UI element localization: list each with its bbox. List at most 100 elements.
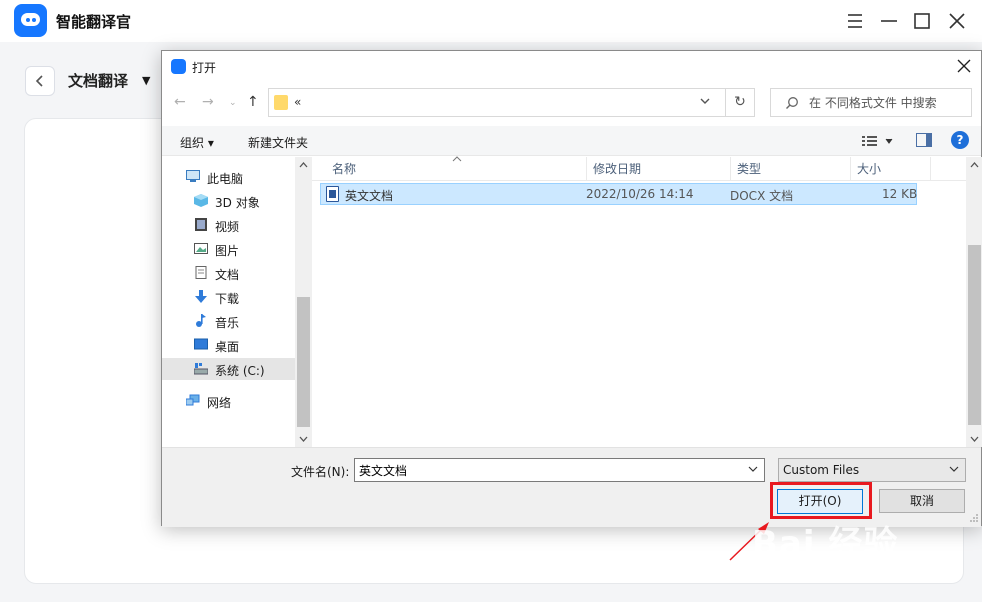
column-type[interactable]: 类型 xyxy=(731,157,851,181)
nav-item-desktop[interactable]: 桌面 xyxy=(162,334,295,356)
close-app-icon[interactable] xyxy=(944,8,970,34)
highlight-annotation xyxy=(770,482,872,519)
refresh-button[interactable]: ↻ xyxy=(725,88,755,117)
help-icon[interactable]: ? xyxy=(951,131,969,149)
scroll-down-icon[interactable] xyxy=(970,435,979,443)
dialog-toolbar: 组织 ▾ 新建文件夹 ? xyxy=(162,126,981,156)
file-type: DOCX 文档 xyxy=(730,189,794,203)
nav-item-3d-objects[interactable]: 3D 对象 xyxy=(162,190,295,212)
file-modified: 2022/10/26 14:14 xyxy=(586,187,694,201)
navigation-pane: 此电脑 3D 对象 视频 图片 文档 下载 音乐 桌面 系统 (C:) 网络 xyxy=(162,157,312,447)
chevron-left-icon xyxy=(35,75,43,87)
nav-item-videos[interactable]: 视频 xyxy=(162,214,295,236)
filename-combobox[interactable] xyxy=(354,458,765,482)
sort-ascending-icon xyxy=(452,156,462,162)
nav-item-this-pc[interactable]: 此电脑 xyxy=(162,166,295,188)
nav-item-music[interactable]: 音乐 xyxy=(162,310,295,332)
maximize-icon[interactable] xyxy=(909,8,935,34)
filetype-select[interactable]: Custom Files xyxy=(778,458,966,482)
nav-scroll-thumb[interactable] xyxy=(297,297,310,427)
nav-item-label: 系统 (C:) xyxy=(215,364,265,378)
dialog-title: 打开 xyxy=(192,61,217,75)
scroll-up-icon[interactable] xyxy=(970,161,979,169)
video-icon xyxy=(195,218,207,231)
column-header: 名称 修改日期 类型 大小 xyxy=(312,156,966,181)
address-bar[interactable]: « xyxy=(268,88,751,117)
file-size: 12 KB xyxy=(882,187,918,201)
search-box[interactable] xyxy=(770,88,972,117)
nav-item-label: 图片 xyxy=(215,244,240,258)
nav-item-label: 3D 对象 xyxy=(215,196,260,210)
new-folder-button[interactable]: 新建文件夹 xyxy=(248,134,308,151)
nav-item-downloads[interactable]: 下载 xyxy=(162,286,295,308)
file-list: 名称 修改日期 类型 大小 英文文档 2022/10/26 14:14 DOCX… xyxy=(312,156,966,447)
docx-file-icon xyxy=(326,186,339,202)
cube-icon xyxy=(194,194,208,207)
open-file-dialog: 打开 ← → ⌄ ↑ « ↻ 组织 ▾ 新建文件夹 xyxy=(161,50,982,527)
column-size[interactable]: 大小 xyxy=(851,157,931,181)
nav-scrollbar[interactable] xyxy=(295,157,312,447)
watermark-url: jingyan.baidu.com xyxy=(752,560,900,579)
column-name[interactable]: 名称 xyxy=(312,157,587,181)
filename-input[interactable] xyxy=(359,462,729,479)
preview-pane-icon[interactable] xyxy=(916,133,932,147)
app-title: 智能翻译官 xyxy=(56,13,132,31)
scroll-up-icon[interactable] xyxy=(299,161,308,169)
desktop-icon xyxy=(194,338,208,350)
computer-icon xyxy=(186,170,200,182)
back-arrow-icon[interactable]: ← xyxy=(174,94,186,110)
nav-item-network[interactable]: 网络 xyxy=(162,390,295,412)
column-modified[interactable]: 修改日期 xyxy=(587,157,731,181)
scroll-down-icon[interactable] xyxy=(299,435,308,443)
close-icon[interactable] xyxy=(955,57,973,75)
app-small-icon xyxy=(171,59,186,74)
nav-item-label: 音乐 xyxy=(215,316,240,330)
nav-item-pictures[interactable]: 图片 xyxy=(162,238,295,260)
download-icon xyxy=(195,290,207,303)
back-button[interactable] xyxy=(25,66,55,96)
search-input[interactable] xyxy=(809,94,969,112)
folder-icon xyxy=(274,95,288,110)
chevron-down-icon[interactable] xyxy=(949,463,959,475)
search-icon xyxy=(786,97,798,109)
nav-item-documents[interactable]: 文档 xyxy=(162,262,295,284)
picture-icon xyxy=(194,243,208,254)
chevron-down-icon[interactable] xyxy=(699,94,711,108)
nav-item-label: 桌面 xyxy=(215,340,240,354)
nav-item-label: 视频 xyxy=(215,220,240,234)
dialog-titlebar: 打开 xyxy=(162,51,981,82)
address-text: « xyxy=(294,95,302,109)
forward-arrow-icon[interactable]: → xyxy=(202,94,214,110)
nav-item-label: 网络 xyxy=(207,396,232,410)
app-logo-icon xyxy=(14,4,47,37)
resize-grip-icon[interactable] xyxy=(969,513,979,523)
file-row[interactable]: 英文文档 2022/10/26 14:14 DOCX 文档 12 KB xyxy=(320,183,917,205)
refresh-icon: ↻ xyxy=(734,94,746,110)
filename-label: 文件名(N): xyxy=(291,465,350,479)
drive-icon xyxy=(194,363,208,375)
document-icon xyxy=(195,266,207,279)
page-title[interactable]: 文档翻译 xyxy=(68,70,128,91)
file-name: 英文文档 xyxy=(345,189,394,203)
music-icon xyxy=(196,314,206,327)
nav-item-system-drive[interactable]: 系统 (C:) xyxy=(162,358,295,380)
recent-dropdown-icon[interactable]: ⌄ xyxy=(229,98,237,108)
file-scrollbar[interactable] xyxy=(966,157,982,447)
menu-icon[interactable] xyxy=(842,8,868,34)
nav-item-label: 下载 xyxy=(215,292,240,306)
minimize-icon[interactable] xyxy=(876,8,902,34)
nav-item-label: 文档 xyxy=(215,268,240,282)
organize-button[interactable]: 组织 ▾ xyxy=(180,134,214,151)
watermark-logo: Bai 经验 xyxy=(752,524,899,564)
watermark: Bai 经验 jingyan.baidu.com xyxy=(752,516,942,586)
network-icon xyxy=(186,394,200,406)
filetype-value: Custom Files xyxy=(783,463,860,477)
view-options-icon[interactable] xyxy=(860,133,896,149)
nav-item-label: 此电脑 xyxy=(207,172,244,186)
file-scroll-thumb[interactable] xyxy=(968,245,981,425)
app-titlebar: 智能翻译官 xyxy=(0,0,982,42)
caret-down-icon[interactable]: ▼ xyxy=(142,74,150,87)
chevron-down-icon[interactable] xyxy=(748,463,758,475)
cancel-button[interactable]: 取消 xyxy=(879,489,965,513)
up-arrow-icon[interactable]: ↑ xyxy=(247,94,259,110)
